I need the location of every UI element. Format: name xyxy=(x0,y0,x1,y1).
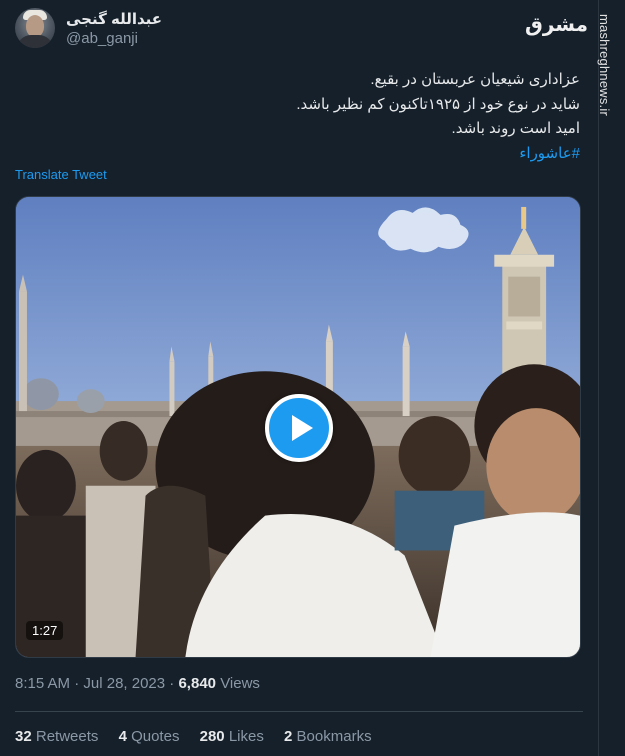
tweet-line: شاید در نوع خود از ۱۹۲۵تاکنون کم نظیر با… xyxy=(296,95,580,113)
meta-separator: · xyxy=(70,675,84,692)
tweet-line: عزاداری شیعیان عربستان در بقیع. xyxy=(370,71,580,88)
play-icon xyxy=(291,415,313,441)
tweet-text: عزاداری شیعیان عربستان در بقیع. شاید در … xyxy=(60,68,580,166)
author-handle[interactable]: @ab_ganji xyxy=(66,30,138,47)
tweet-line: امید است روند باشد. xyxy=(451,120,580,137)
watermark-url: mashreghnews.ir xyxy=(597,14,612,116)
tweet-metadata: 8:15 AM · Jul 28, 2023 · 6,840 Views xyxy=(15,675,260,692)
views-label: Views xyxy=(220,675,260,692)
likes-stat[interactable]: 280 Likes xyxy=(200,728,264,745)
video-duration: 1:27 xyxy=(26,621,64,640)
engagement-stats: 32 Retweets 4 Quotes 280 Likes 2 Bookmar… xyxy=(15,728,388,745)
author-avatar[interactable] xyxy=(15,8,55,48)
author-display-name[interactable]: عبدالله گنجی xyxy=(66,10,162,28)
hashtag-link[interactable]: #عاشوراء xyxy=(60,142,580,167)
meta-separator: · xyxy=(165,675,179,692)
video-player[interactable]: 1:27 xyxy=(15,196,581,658)
watermark-logo: مشرق xyxy=(524,12,588,36)
bookmarks-stat[interactable]: 2 Bookmarks xyxy=(284,728,372,745)
tweet-time[interactable]: 8:15 AM xyxy=(15,675,70,692)
quotes-stat[interactable]: 4 Quotes xyxy=(119,728,180,745)
retweets-stat[interactable]: 32 Retweets xyxy=(15,728,98,745)
views-count: 6,840 xyxy=(178,675,217,692)
divider xyxy=(15,711,583,712)
play-button[interactable] xyxy=(265,394,333,462)
tweet-card: عبدالله گنجی @ab_ganji عزاداری شیعیان عر… xyxy=(0,0,598,756)
translate-tweet-link[interactable]: Translate Tweet xyxy=(15,167,107,182)
tweet-date[interactable]: Jul 28, 2023 xyxy=(83,675,165,692)
